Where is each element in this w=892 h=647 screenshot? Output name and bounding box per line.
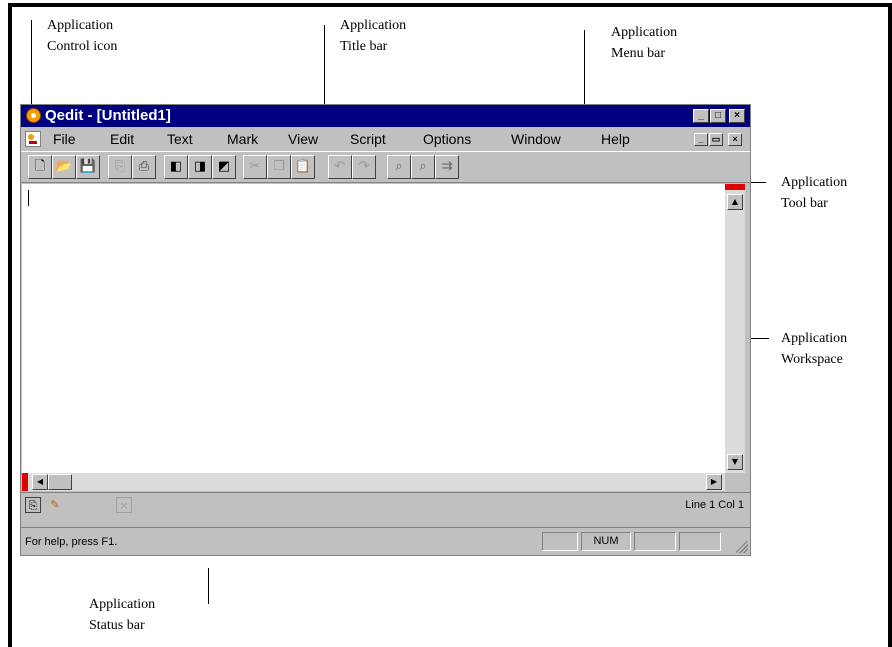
scroll-marker <box>22 473 28 491</box>
find-next-icon[interactable]: ⌕ <box>411 155 435 179</box>
callout-workspace: Application Workspace <box>781 328 847 370</box>
scroll-right-icon[interactable]: ▶ <box>706 474 722 490</box>
close-button[interactable]: × <box>729 109 745 123</box>
qedit-window: Qedit - [Untitled1] _ □ × File Edit Text… <box>20 104 751 556</box>
frame-border-top <box>8 3 892 7</box>
horizontal-scrollbar[interactable]: ◀ ▶ <box>22 473 725 491</box>
clipboard-icon[interactable]: ⎘ <box>25 497 41 513</box>
frame-border-right <box>888 3 892 647</box>
callout-status-bar: Application Status bar <box>89 594 155 636</box>
callout-line-2: Tool bar <box>781 196 828 211</box>
print-icon[interactable]: ⎙ <box>132 155 156 179</box>
macro-3-icon[interactable]: ◩ <box>212 155 236 179</box>
cut-icon[interactable]: ✂ <box>243 155 267 179</box>
macro-2-icon[interactable]: ◨ <box>188 155 212 179</box>
window-title: Qedit - [Untitled1] <box>45 107 171 124</box>
callout-line-1: Application <box>781 175 848 190</box>
edit-info-bar: ⎘ ✎ × Line 1 Col 1 <box>21 492 750 518</box>
mdi-close-button[interactable]: × <box>728 133 742 146</box>
leader-control-icon <box>31 20 32 108</box>
callout-line-1: Application <box>611 25 678 40</box>
mdi-minimize-button[interactable]: _ <box>694 133 708 146</box>
document-control-icon[interactable] <box>25 131 41 147</box>
menu-text[interactable]: Text <box>167 131 193 147</box>
callout-control-icon: Application Control icon <box>47 15 117 57</box>
redo-icon[interactable]: ↷ <box>352 155 376 179</box>
menu-mark[interactable]: Mark <box>227 131 258 147</box>
copy-icon[interactable]: ❐ <box>267 155 291 179</box>
callout-line-1: Application <box>340 18 407 33</box>
close-box-icon[interactable]: × <box>116 497 132 513</box>
status-pane-num: NUM <box>581 532 631 551</box>
menu-script[interactable]: Script <box>350 131 386 147</box>
callout-line-2: Menu bar <box>611 46 666 61</box>
save-icon[interactable]: 💾 <box>76 155 100 179</box>
open-folder-icon[interactable]: 📂 <box>52 155 76 179</box>
menu-options[interactable]: Options <box>423 131 471 147</box>
new-file-icon[interactable]: 🗋 <box>28 155 52 179</box>
paste-icon[interactable]: 📋 <box>291 155 315 179</box>
maximize-button[interactable]: □ <box>710 109 726 123</box>
title-bar[interactable]: Qedit - [Untitled1] _ □ × <box>21 105 750 127</box>
status-bar: For help, press F1. NUM <box>21 527 750 555</box>
callout-tool-bar: Application Tool bar <box>781 172 847 214</box>
application-control-icon[interactable] <box>26 108 41 123</box>
status-pane-empty <box>679 532 721 551</box>
status-help-text: For help, press F1. <box>25 536 118 548</box>
scroll-down-icon[interactable]: ▼ <box>727 454 743 470</box>
callout-line-1: Application <box>47 18 114 33</box>
callout-title-bar: Application Title bar <box>340 15 406 57</box>
callout-line-2: Title bar <box>340 39 388 54</box>
scroll-up-icon[interactable]: ▲ <box>727 194 743 210</box>
menu-bar: File Edit Text Mark View Script Options … <box>21 128 750 150</box>
callout-line-2: Status bar <box>89 618 145 633</box>
menu-help[interactable]: Help <box>601 131 630 147</box>
vertical-scrollbar[interactable]: ▲ ▼ <box>725 184 745 473</box>
find-icon[interactable]: ⌕ <box>387 155 411 179</box>
scroll-marker <box>725 184 745 190</box>
scroll-left-icon[interactable]: ◀ <box>32 474 48 490</box>
callout-menu-bar: Application Menu bar <box>611 22 677 64</box>
leader-status-bar <box>208 568 209 604</box>
status-pane-empty <box>542 532 578 551</box>
resize-grip-icon[interactable] <box>736 541 748 553</box>
scroll-corner <box>725 473 745 491</box>
undo-icon[interactable]: ↶ <box>328 155 352 179</box>
status-pane-empty <box>634 532 676 551</box>
minimize-button[interactable]: _ <box>693 109 709 123</box>
macro-1-icon[interactable]: ◧ <box>164 155 188 179</box>
mdi-restore-button[interactable]: ▭ <box>709 133 723 146</box>
menu-file[interactable]: File <box>53 131 76 147</box>
tool-bar: 🗋 📂 💾 ⎘ ⎙ ◧ ◨ ◩ ✂ ❐ 📋 ↶ ↷ ⌕ ⌕ ⇉ <box>21 151 750 183</box>
frame-border-left <box>8 3 12 647</box>
application-workspace[interactable] <box>22 184 725 473</box>
menu-view[interactable]: View <box>288 131 318 147</box>
callout-line-2: Workspace <box>781 352 843 367</box>
leader-title-bar <box>324 25 325 110</box>
replace-icon[interactable]: ⇉ <box>435 155 459 179</box>
line-column-indicator: Line 1 Col 1 <box>685 499 744 511</box>
callout-line-1: Application <box>89 597 156 612</box>
pencil-icon[interactable]: ✎ <box>47 497 63 513</box>
menu-window[interactable]: Window <box>511 131 561 147</box>
menu-edit[interactable]: Edit <box>110 131 134 147</box>
save-all-icon[interactable]: ⎘ <box>108 155 132 179</box>
scroll-thumb[interactable] <box>48 474 72 490</box>
callout-line-1: Application <box>781 331 848 346</box>
text-caret <box>28 190 29 206</box>
callout-line-2: Control icon <box>47 39 118 54</box>
